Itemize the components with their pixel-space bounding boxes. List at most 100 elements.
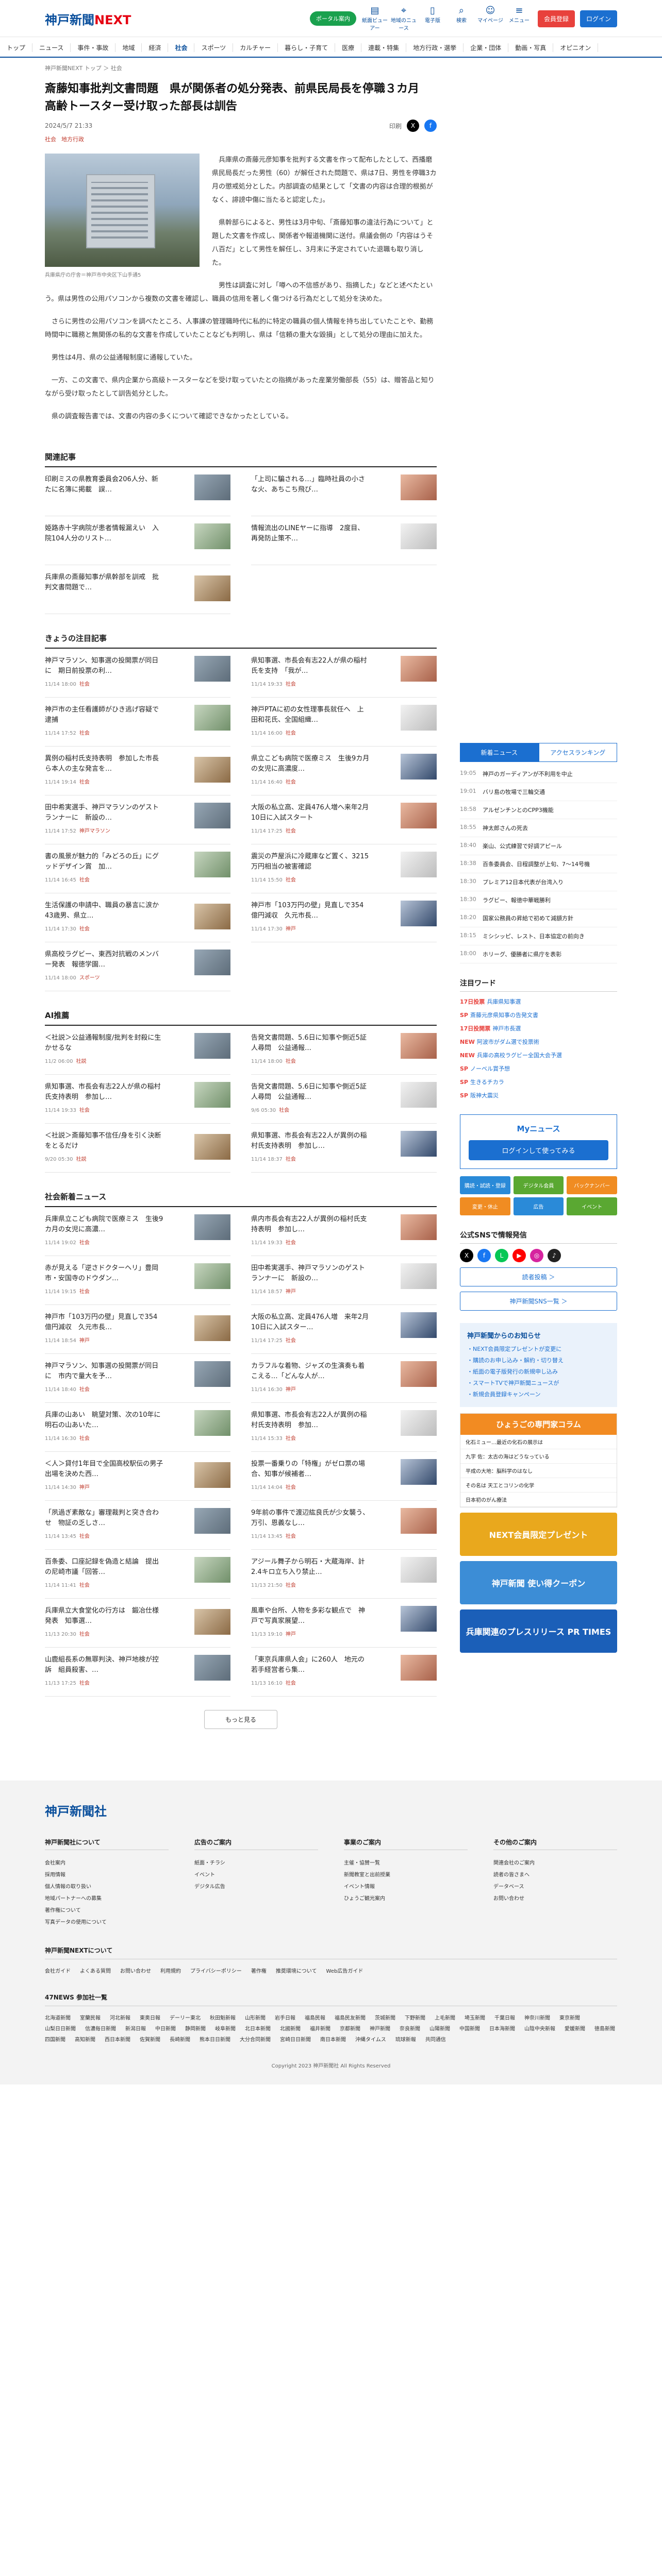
item-headline[interactable]: 兵庫県の斎藤知事が県幹部を訓戒 批判文書問題で… (45, 572, 163, 593)
footer-next-link[interactable]: Web広告ガイド (326, 1967, 363, 1974)
footer-link[interactable]: 地域パートナーへの募集 (45, 1892, 169, 1904)
list-item[interactable]: 県知事選、市長会有志22人が県の稲村氏支持表明 参加し… 11/14 19:33 社… (45, 1075, 230, 1124)
item-thumbnail[interactable] (401, 1361, 437, 1387)
list-item[interactable]: ＜社説＞斎藤知事不信任/身を引く決断をとるだけ 9/20 05:30 社説 (45, 1124, 230, 1173)
newspaper-button[interactable]: ▤ 紙面ビューアー (361, 6, 388, 32)
phone-button[interactable]: ▯ 電子版 (419, 6, 446, 31)
nav-item[interactable]: 企業・団体 (464, 43, 509, 52)
item-headline[interactable]: 県知事選、市長会有志22人が県の稲村氏を支持 「我が… (251, 656, 370, 676)
tiktok-icon[interactable]: ♪ (548, 1249, 561, 1262)
footer-news-link[interactable]: 河北新報 (110, 2013, 130, 2021)
item-category[interactable]: 社会 (286, 877, 296, 883)
item-category[interactable]: 社会 (79, 779, 90, 785)
list-item[interactable]: 大阪の私立高、定員476人増 来年2月10日に入試スター… 11/14 17:25… (251, 1305, 437, 1354)
footer-news-link[interactable]: 岩手日報 (275, 2013, 295, 2021)
footer-news-link[interactable]: 熊本日日新聞 (200, 2035, 230, 2043)
list-item[interactable]: ＜社説＞公益通報制度/批判を封殺に生かせるな 11/2 06:00 社説 (45, 1026, 230, 1075)
footer-link[interactable]: 個人情報の取り扱い (45, 1880, 169, 1892)
topic-item[interactable]: SP ノーベル賞予想 (460, 1062, 617, 1075)
topic-item[interactable]: SP 斎藤元彦県知事の告発文書 (460, 1008, 617, 1022)
footer-link[interactable]: 会社案内 (45, 1856, 169, 1868)
item-headline[interactable]: 兵庫県立こども病院で医療ミス 生後9カ月の女児に高濃… (45, 1214, 163, 1235)
item-thumbnail[interactable] (194, 575, 230, 601)
item-headline[interactable]: 告発文書問題、5.6日に知事や側近5証人尋問 公益通報… (251, 1082, 370, 1103)
footer-link[interactable]: イベント (194, 1868, 318, 1880)
footer-news-link[interactable]: 秋田魁新報 (210, 2013, 236, 2021)
item-category[interactable]: 社会 (79, 1387, 90, 1393)
latest-item[interactable]: 18:38 百条委員会、日程調整が上旬、7〜14号機 (460, 855, 617, 873)
nav-item[interactable]: 事件・事故 (71, 43, 116, 52)
item-headline[interactable]: 情報流出のLINEヤーに指導 2度目、再発防止策不… (251, 523, 370, 544)
item-thumbnail[interactable] (194, 950, 230, 975)
item-thumbnail[interactable] (194, 523, 230, 549)
footer-news-link[interactable]: 福井新聞 (310, 2024, 330, 2032)
item-thumbnail[interactable] (194, 1134, 230, 1160)
footer-news-link[interactable]: 新潟日報 (125, 2024, 146, 2032)
item-headline[interactable]: 県知事選、市長会有志22人が異例の稲村氏支持表明 参加… (251, 1410, 370, 1431)
latest-item[interactable]: 18:20 国家公務員の昇給で初めて減額方針 (460, 909, 617, 927)
item-headline[interactable]: 「夙過ぎ素敵な」審理裁判と突き合わせ 物証の乏しさ… (45, 1508, 163, 1529)
list-item[interactable]: ＜人＞貸付1年目で全国高校駅伝の男子出場を決めた西… 11/14 14:30 神戸 (45, 1452, 230, 1501)
list-item[interactable]: 県知事選、市長会有志22人が県の稲村氏を支持 「我が… 11/14 19:33 社会 (251, 649, 437, 698)
footer-news-link[interactable]: 南日本新聞 (320, 2035, 346, 2043)
list-item[interactable]: 山鹿組長系の無罪判決、神戸地検が控訴 組員殺害、… 11/13 17:25 社会 (45, 1648, 230, 1697)
print-button[interactable]: 印刷 (389, 122, 402, 130)
instagram-icon[interactable]: ◎ (530, 1249, 543, 1262)
list-item[interactable]: 投票一番乗りの「特権」がゼロ票の場合、知事が候補者… 11/14 14:04 社会 (251, 1452, 437, 1501)
item-thumbnail[interactable] (401, 705, 437, 731)
nav-item[interactable]: カルチャー (233, 43, 278, 52)
footer-news-link[interactable]: 西日本新聞 (105, 2035, 130, 2043)
list-item[interactable]: 神戸市「103万円の壁」見直しで354億円減収 久元市長… 11/14 18:54… (45, 1305, 230, 1354)
footer-news-link[interactable]: 琉球新報 (395, 2035, 416, 2043)
service-button[interactable]: 購読・試読・登録 (460, 1176, 510, 1194)
item-category[interactable]: 社会 (79, 1289, 90, 1295)
item-category[interactable]: 社会 (286, 1681, 296, 1686)
item-thumbnail[interactable] (194, 1655, 230, 1681)
list-item[interactable]: 情報流出のLINEヤーに指導 2度目、再発防止策不… (251, 516, 437, 565)
item-headline[interactable]: カラフルな着物、ジャズの生演奏も着こえる…「どんな人が… (251, 1361, 370, 1382)
list-item[interactable]: 兵庫の山あい 眺望対策、次の10年に 明石の山あいた… 11/14 16:30 社会 (45, 1403, 230, 1452)
footer-news-link[interactable]: 共同通信 (425, 2035, 446, 2043)
footer-news-link[interactable]: 室蘭民報 (80, 2013, 101, 2021)
item-thumbnail[interactable] (194, 705, 230, 731)
footer-news-link[interactable]: 北海道新聞 (45, 2013, 71, 2021)
item-headline[interactable]: ＜社説＞公益通報制度/批判を封殺に生かせるな (45, 1033, 163, 1054)
list-item[interactable]: 書の風景が魅力的「みどろの丘」にグッドデザイン賞 加… 11/14 16:45 社会 (45, 844, 230, 893)
item-thumbnail[interactable] (194, 1609, 230, 1635)
item-category[interactable]: 社会 (79, 1632, 90, 1637)
notice-item[interactable]: ・新規会員登録キャンペーン (467, 1388, 610, 1400)
map-button[interactable]: ⌖ 地域のニュース (390, 6, 417, 32)
footer-news-link[interactable]: 奈良新聞 (400, 2024, 420, 2032)
my-news-login-button[interactable]: ログインして使ってみる (469, 1140, 608, 1160)
item-category[interactable]: 社会 (79, 1583, 90, 1588)
column-item[interactable]: 化石ミュー…最近の化石の展示は (460, 1435, 617, 1449)
item-headline[interactable]: 神戸マラソン、知事選の投開票が同日に 市内で量大を予… (45, 1361, 163, 1382)
nav-item[interactable]: ニュース (32, 43, 71, 52)
item-headline[interactable]: 県知事選、市長会有志22人が県の稲村氏支持表明 参加し… (45, 1082, 163, 1103)
footer-news-link[interactable]: デーリー東北 (170, 2013, 201, 2021)
item-category[interactable]: 社会 (286, 828, 296, 834)
item-category[interactable]: 社会 (79, 1240, 90, 1246)
footer-news-link[interactable]: 上毛新聞 (435, 2013, 455, 2021)
item-thumbnail[interactable] (401, 1410, 437, 1436)
nav-item[interactable]: 暮らし・子育て (278, 43, 336, 52)
item-headline[interactable]: 山鹿組長系の無罪判決、神戸地検が控訴 組員殺害、… (45, 1655, 163, 1675)
site-logo[interactable]: 神戸新聞NEXT (45, 10, 131, 28)
footer-news-link[interactable]: 徳島新聞 (594, 2024, 615, 2032)
item-thumbnail[interactable] (401, 1263, 437, 1289)
item-category[interactable]: 社会 (79, 731, 90, 736)
list-item[interactable]: 告発文書問題、5.6日に知事や側近5証人尋問 公益通報… 9/6 05:30 社会 (251, 1075, 437, 1124)
footer-news-link[interactable]: 千葉日報 (494, 2013, 515, 2021)
list-item[interactable]: 姫路赤十字病院が患者情報漏えい 入院104人分のリスト… (45, 516, 230, 565)
item-headline[interactable]: 風車や台所、人物を多彩な観点で 神戸で写真家展望… (251, 1606, 370, 1626)
sns-list-link[interactable]: 神戸新聞SNS一覧 ＞ (460, 1292, 617, 1311)
item-thumbnail[interactable] (401, 1606, 437, 1632)
reader-post-link[interactable]: 読者投稿 ＞ (460, 1267, 617, 1286)
item-headline[interactable]: 兵庫県立大食堂化の行方は 鍛冶仕様発表 知事選… (45, 1606, 163, 1626)
topic-item[interactable]: 17日投開票 神戸市長選 (460, 1022, 617, 1035)
list-item[interactable]: 神戸マラソン、知事選の投開票が同日に 市内で量大を予… 11/14 18:40 社会 (45, 1354, 230, 1403)
footer-news-link[interactable]: 東京新聞 (559, 2013, 580, 2021)
item-category[interactable]: 社説 (76, 1157, 86, 1162)
footer-news-link[interactable]: 中日新聞 (155, 2024, 176, 2032)
item-headline[interactable]: 県立こども病院で医療ミス 生後9カ月の女児に高濃度… (251, 754, 370, 774)
